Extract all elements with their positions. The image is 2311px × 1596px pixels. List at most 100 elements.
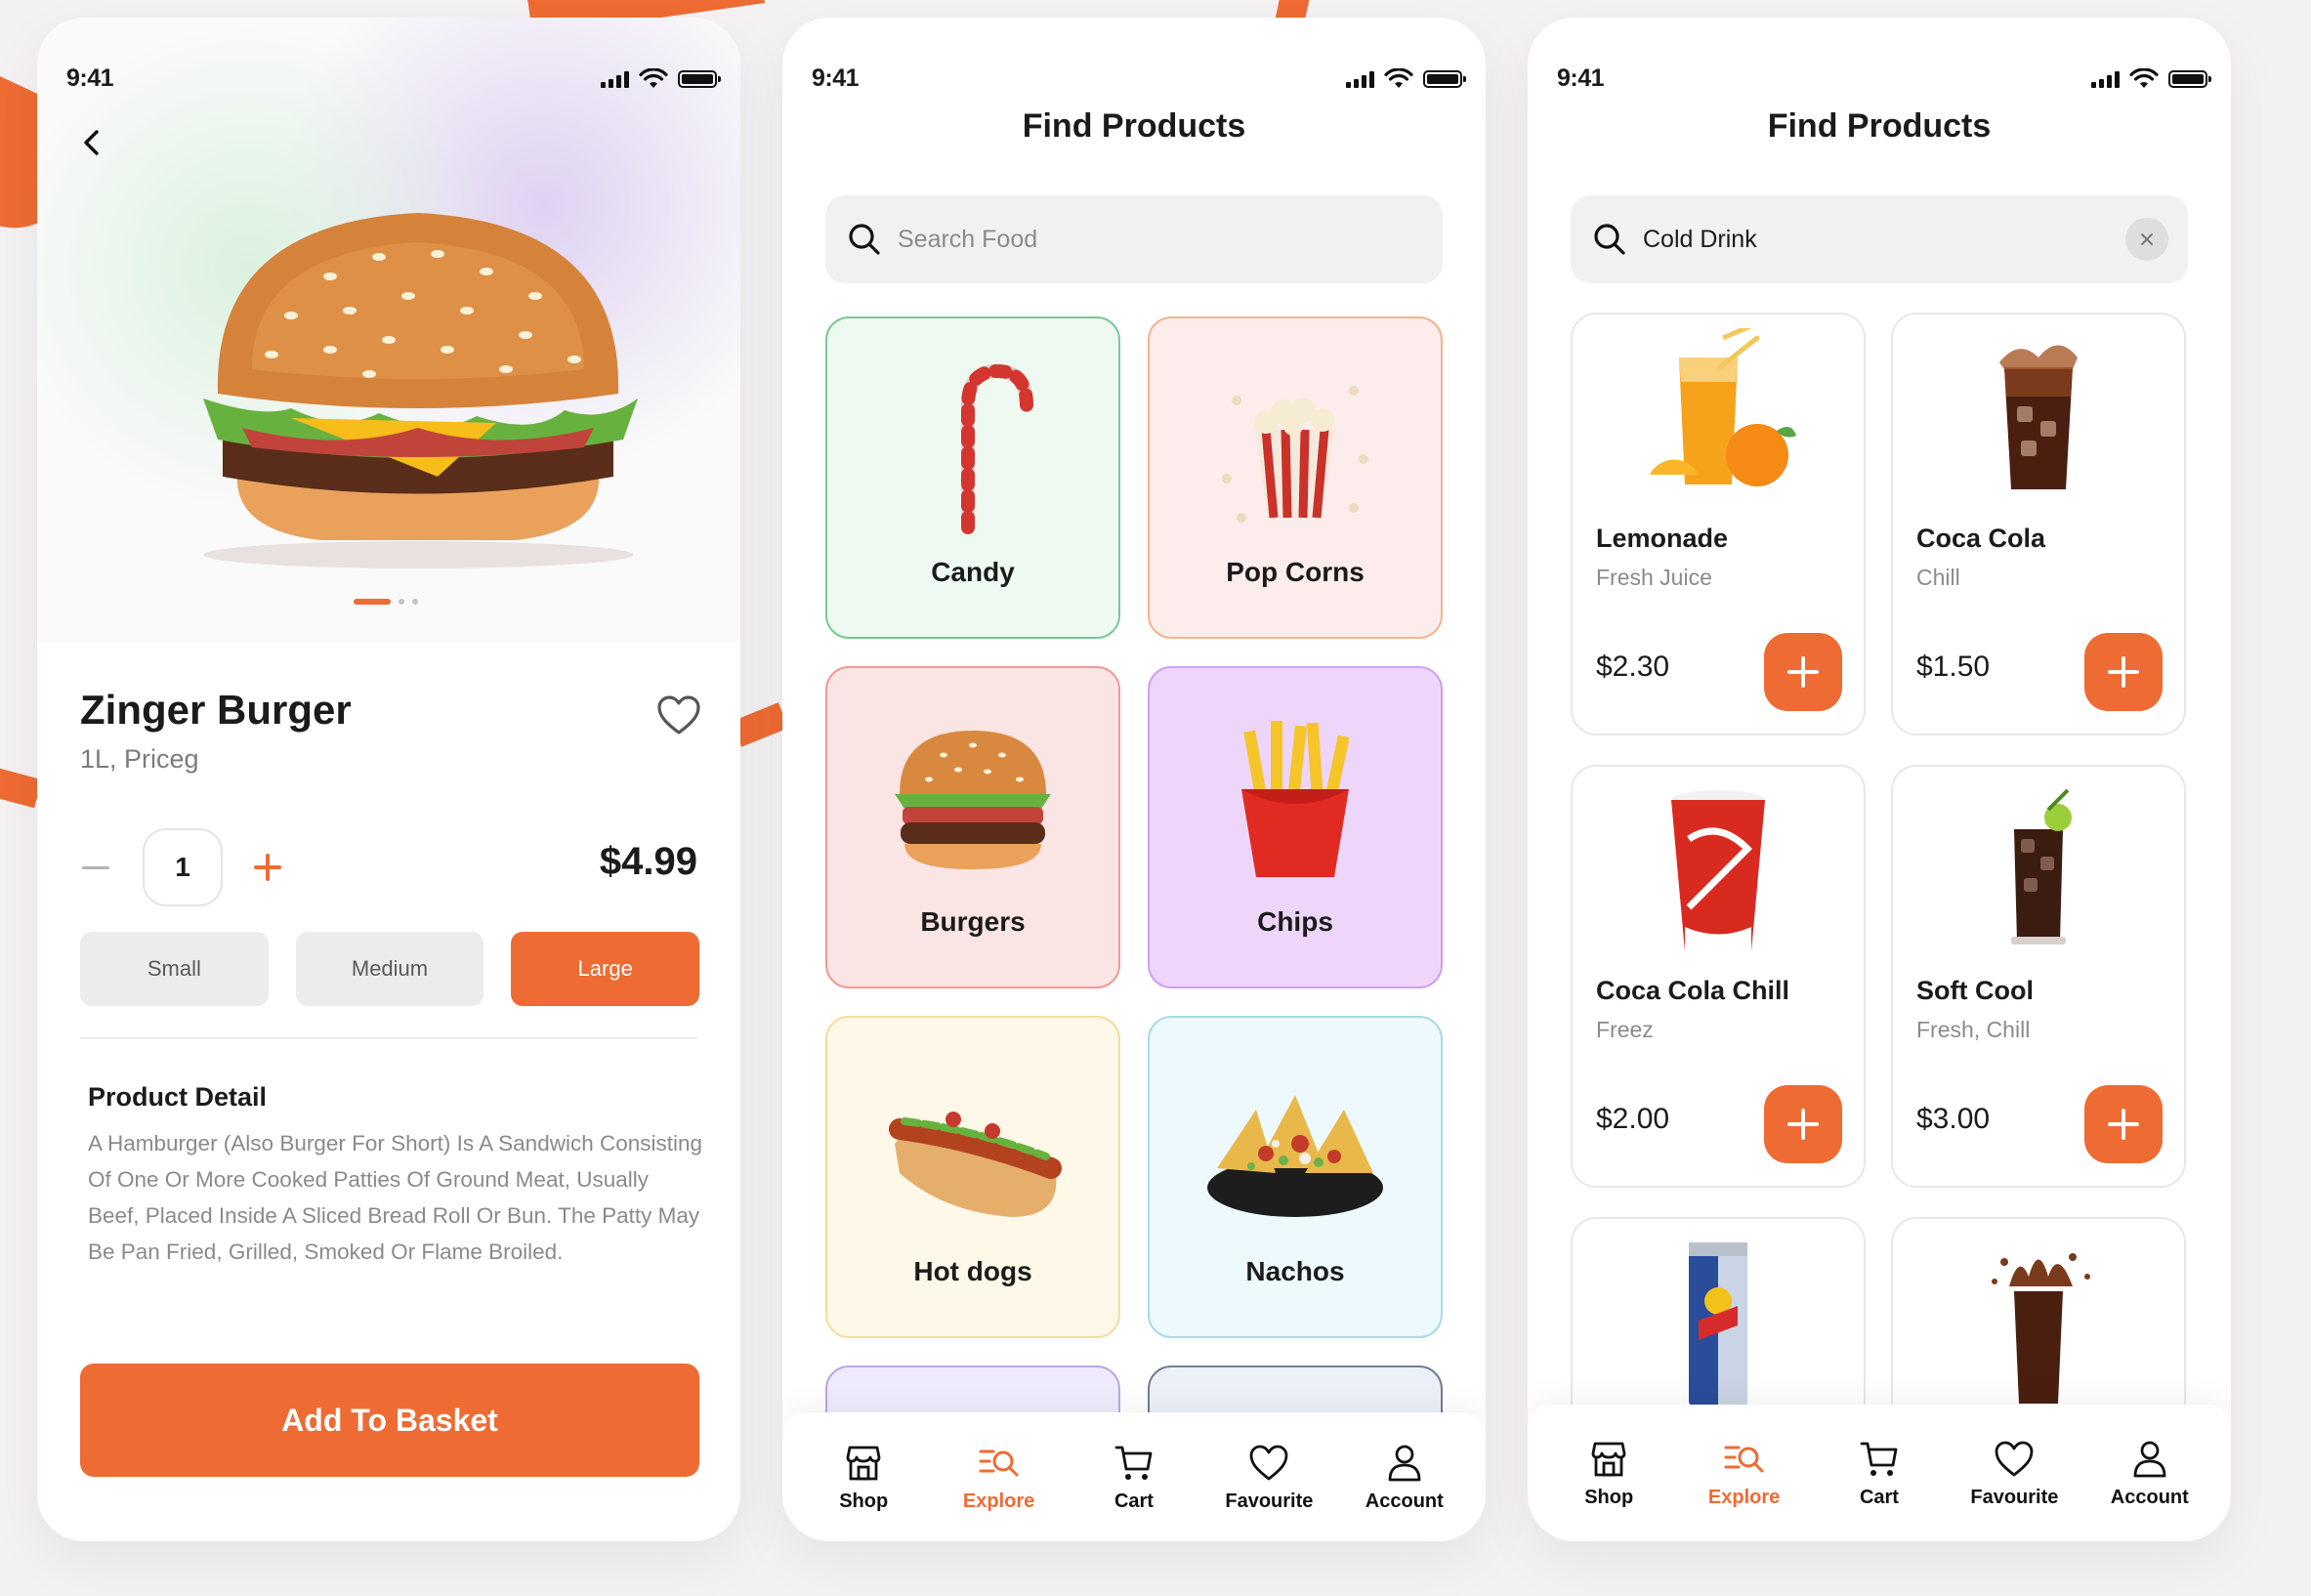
nav-cart[interactable]: Cart [1090,1442,1178,1513]
search-input[interactable] [898,225,1443,254]
nav-label: Explore [1707,1486,1781,1508]
energy-drink-can-icon [1689,1242,1747,1408]
hotdog-icon [889,1112,1062,1217]
nav-label: Favourite [1225,1490,1314,1512]
nav-label: Shop [839,1490,889,1512]
search-bar[interactable] [825,195,1443,283]
nav-explore[interactable]: Explore [1701,1438,1788,1509]
status-time: 9:41 [812,64,860,92]
popcorn-icon [1222,386,1368,523]
search-bar[interactable] [1571,195,2188,283]
chevron-left-icon [84,130,99,155]
cola-cup-icon [1671,790,1765,951]
quantity-stepper: 1 $4.99 [80,828,697,906]
store-icon [846,1446,881,1480]
nav-favourite[interactable]: Favourite [1970,1438,2058,1509]
nav-favourite[interactable]: Favourite [1225,1442,1313,1513]
category-card-burgers[interactable]: Burgers [825,666,1120,988]
product-card[interactable]: Coca Cola Chill Freez $2.00 [1571,765,1866,1188]
category-card-candy[interactable]: Candy [825,316,1120,639]
cart-icon [1114,1446,1153,1480]
product-price: $2.00 [1596,1103,1670,1135]
quantity-value: 1 [143,828,223,906]
battery-icon [2168,70,2211,88]
product-card[interactable]: Soft Cool Fresh, Chill $3.00 [1891,765,2186,1188]
explore-screen: 9:41 Find Products Candy Pop Corn [782,18,1486,1541]
store-icon [1591,1442,1626,1476]
divider [80,1037,697,1039]
search-input[interactable] [1643,225,2125,254]
size-selector: Small Medium Large [80,932,700,1006]
decrease-quantity-button[interactable] [80,852,111,883]
category-card-nachos[interactable]: Nachos [1148,1016,1443,1338]
add-to-basket-button[interactable]: Add To Basket [80,1364,699,1477]
product-name: Lemonade [1596,524,1729,553]
cola-splash-icon [1992,1253,2090,1404]
wifi-icon [2129,68,2159,88]
product-detail-screen: 9:41 Zinger Burger 1L, Priceg 1 $4.99 Sm… [37,18,740,1541]
status-bar: 9:41 [37,63,740,98]
search-icon [1594,224,1625,255]
product-description: A Hamburger (Also Burger For Short) Is A… [88,1131,703,1264]
status-time: 9:41 [66,64,114,92]
search-icon [849,224,880,255]
category-card-chips[interactable]: Chips [1148,666,1443,988]
favourite-button[interactable] [654,692,703,740]
explore-search-icon [1724,1446,1764,1472]
signal-icon [1346,70,1374,88]
add-to-cart-button[interactable] [2084,633,2163,711]
product-price: $1.50 [1916,651,1991,683]
size-small-button[interactable]: Small [80,932,269,1006]
nav-account[interactable]: Account [1361,1442,1449,1513]
heart-icon [1995,1441,2034,1476]
add-to-cart-button[interactable] [1764,633,1842,711]
product-card[interactable]: Coca Cola Chill $1.50 [1891,313,2186,735]
product-card[interactable]: Lemonade Fresh Juice $2.30 [1571,313,1866,735]
signal-icon [2091,70,2120,88]
add-to-cart-button[interactable] [2084,1085,2163,1163]
clear-search-button[interactable] [2125,218,2168,261]
signal-icon [601,70,629,88]
bottom-navigation: Shop Explore Cart Favourite Account [782,1412,1486,1541]
wifi-icon [639,68,668,88]
nav-label: Cart [1859,1486,1899,1508]
size-large-button[interactable]: Large [511,932,700,1006]
nav-shop[interactable]: Shop [819,1442,907,1513]
search-results-screen: 9:41 Find Products Lemonade Fre [1528,18,2231,1541]
nav-label: Cart [1113,1490,1154,1512]
product-name: Soft Cool [1916,976,2034,1005]
increase-quantity-button[interactable] [250,850,285,885]
add-to-cart-button[interactable] [1764,1085,1842,1163]
orange-juice-icon [1650,328,1796,486]
product-subtitle: Fresh, Chill [1916,1017,2031,1042]
nav-label: Account [1365,1490,1444,1512]
product-detail-heading: Product Detail [88,1082,268,1112]
product-name: Coca Cola Chill [1596,976,1790,1005]
category-label: Pop Corns [1226,557,1365,587]
category-grid: Candy Pop Corns Burgers Chips Hot dogs N… [825,316,1443,1444]
category-card-popcorn[interactable]: Pop Corns [1148,316,1443,639]
back-button[interactable] [72,123,111,162]
nav-cart[interactable]: Cart [1835,1438,1923,1509]
size-medium-button[interactable]: Medium [295,932,484,1006]
product-subtitle: 1L, Priceg [80,744,199,774]
product-grid: Lemonade Fresh Juice $2.30 Coca Cola Chi… [1571,313,2188,1541]
category-label: Chips [1257,906,1333,937]
nav-label: Account [2110,1486,2189,1508]
category-card-hotdogs[interactable]: Hot dogs [825,1016,1120,1338]
nav-shop[interactable]: Shop [1565,1438,1653,1509]
category-label: Burgers [920,906,1026,937]
burger-image [203,213,638,568]
close-icon [2141,233,2153,245]
product-subtitle: Freez [1596,1017,1654,1042]
user-icon [1388,1445,1421,1481]
battery-icon [1423,70,1466,88]
product-price: $2.30 [1596,651,1670,683]
nav-account[interactable]: Account [2106,1438,2194,1509]
nav-explore[interactable]: Explore [955,1442,1043,1513]
nav-label: Explore [962,1490,1035,1512]
bottom-navigation: Shop Explore Cart Favourite Account [1528,1405,2231,1541]
nachos-icon [1207,1095,1383,1217]
carousel-indicator[interactable] [354,599,418,605]
heart-icon [1249,1445,1288,1480]
